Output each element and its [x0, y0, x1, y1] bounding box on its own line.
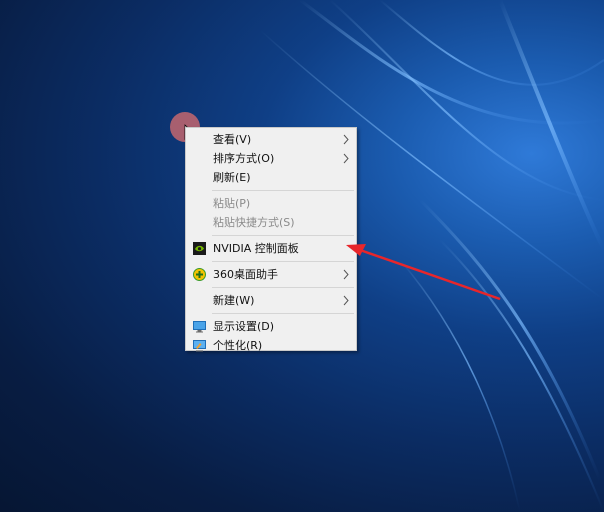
red-arrow-annotation: [346, 244, 501, 301]
